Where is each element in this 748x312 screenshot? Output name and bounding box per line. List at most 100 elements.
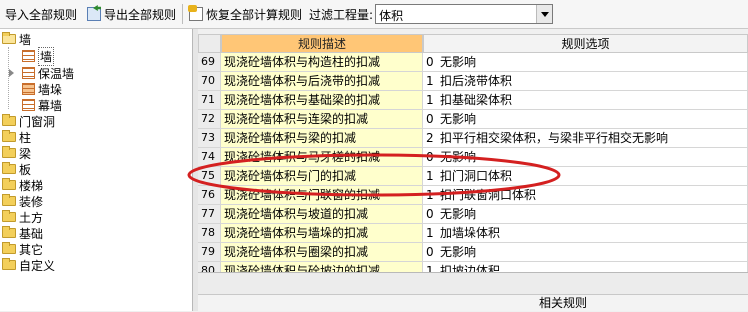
tree-node-custom[interactable]: 自定义	[2, 257, 55, 273]
import-all-rules-button[interactable]: 导入全部规则	[2, 3, 80, 25]
insulation-wall-icon	[22, 67, 35, 79]
rule-option-code: 1	[426, 93, 434, 107]
tree-node-wall-pier[interactable]: 墙垛	[22, 81, 62, 97]
rule-option-code: 0	[426, 207, 434, 221]
tree-node-label: 板	[19, 162, 32, 177]
rule-option-text: 扣平行相交梁体积，与梁非平行相交无影响	[440, 131, 669, 145]
rule-description-cell[interactable]: 现浇砼墙体积与后浇带的扣减	[221, 72, 423, 91]
rule-description-cell[interactable]: 现浇砼墙体积与门的扣减	[221, 167, 423, 186]
toolbar-separator	[182, 4, 184, 24]
table-row[interactable]: 78 现浇砼墙体积与墙垛的扣减 1 加墙垛体积	[198, 224, 748, 243]
import-all-rules-label: 导入全部规则	[5, 7, 78, 22]
rule-description-cell[interactable]: 现浇砼墙体积与基础梁的扣减	[221, 91, 423, 110]
tree-node-curtain-wall[interactable]: 幕墙	[22, 97, 62, 113]
tree-node-label: 梁	[19, 146, 32, 161]
row-number: 69	[198, 53, 221, 72]
rule-option-cell[interactable]: 1 扣门洞口体积	[423, 167, 748, 186]
rule-option-code: 1	[426, 226, 434, 240]
rule-option-cell[interactable]: 0 无影响	[423, 110, 748, 129]
table-row[interactable]: 76 现浇砼墙体积与门联窗的扣减 1 扣门联窗洞口体积	[198, 186, 748, 205]
tree-node-label: 基础	[19, 226, 44, 241]
table-row[interactable]: 71 现浇砼墙体积与基础梁的扣减 1 扣基础梁体积	[198, 91, 748, 110]
rule-option-text: 无影响	[440, 207, 477, 221]
tree-node-label: 门窗洞	[19, 114, 56, 129]
rule-description-header[interactable]: 规则描述	[221, 34, 423, 53]
table-row[interactable]: 74 现浇砼墙体积与马牙槎的扣减 0 无影响	[198, 148, 748, 167]
rule-description-cell[interactable]: 现浇砼墙体积与圈梁的扣减	[221, 243, 423, 262]
filter-quantity-select[interactable]: 体积	[375, 4, 554, 24]
folder-icon	[2, 226, 16, 238]
tree-node-other[interactable]: 其它	[2, 241, 43, 257]
rule-option-text: 扣门洞口体积	[440, 169, 513, 183]
tree-node-label: 墙垛	[38, 82, 63, 97]
row-number: 71	[198, 91, 221, 110]
tree-node-insulation-wall[interactable]: 保温墙	[22, 65, 74, 81]
row-number: 74	[198, 148, 221, 167]
rule-option-code: 0	[426, 245, 434, 259]
table-row[interactable]: 80 现浇砼墙体积与砼坡边的扣减 1 扣坡边体积	[198, 262, 748, 272]
table-row[interactable]: 77 现浇砼墙体积与坡道的扣减 0 无影响	[198, 205, 748, 224]
table-row[interactable]: 73 现浇砼墙体积与梁的扣减 2 扣平行相交梁体积，与梁非平行相交无影响	[198, 129, 748, 148]
rule-option-cell[interactable]: 1 扣门联窗洞口体积	[423, 186, 748, 205]
expand-icon[interactable]	[9, 69, 14, 77]
rule-option-header[interactable]: 规则选项	[423, 34, 748, 53]
rule-description-cell[interactable]: 现浇砼墙体积与砼坡边的扣减	[221, 262, 423, 272]
rule-option-cell[interactable]: 1 扣坡边体积	[423, 262, 748, 272]
tree-node-wall[interactable]: 墙	[22, 46, 55, 66]
rule-option-cell[interactable]: 1 扣后浇带体积	[423, 72, 748, 91]
export-all-rules-button[interactable]: 导出全部规则	[84, 3, 179, 25]
rule-description-cell[interactable]: 现浇砼墙体积与马牙槎的扣减	[221, 148, 423, 167]
tree-node-label: 装修	[19, 194, 44, 209]
rule-option-cell[interactable]: 0 无影响	[423, 148, 748, 167]
tree-node-earthwork[interactable]: 土方	[2, 209, 43, 225]
tree-node-slab[interactable]: 板	[2, 161, 31, 177]
folder-icon	[2, 146, 16, 158]
row-number: 78	[198, 224, 221, 243]
table-row[interactable]: 72 现浇砼墙体积与连梁的扣减 0 无影响	[198, 110, 748, 129]
folder-open-icon	[2, 32, 16, 44]
row-number: 76	[198, 186, 221, 205]
tree-node-decoration[interactable]: 装修	[2, 193, 43, 209]
rule-option-cell[interactable]: 1 扣基础梁体积	[423, 91, 748, 110]
folder-icon	[2, 114, 16, 126]
export-all-rules-label: 导出全部规则	[104, 7, 177, 22]
tree-node-wall-root[interactable]: 墙	[2, 31, 31, 47]
rule-description-cell[interactable]: 现浇砼墙体积与坡道的扣减	[221, 205, 423, 224]
tree-node-foundation[interactable]: 基础	[2, 225, 43, 241]
rule-description-cell[interactable]: 现浇砼墙体积与连梁的扣减	[221, 110, 423, 129]
tree-node-door-window[interactable]: 门窗洞	[2, 113, 55, 129]
rule-description-cell[interactable]: 现浇砼墙体积与门联窗的扣减	[221, 186, 423, 205]
row-number: 70	[198, 72, 221, 91]
restore-all-rules-button[interactable]: 恢复全部计算规则	[186, 3, 305, 25]
rule-option-code: 0	[426, 150, 434, 164]
tree-node-beam[interactable]: 梁	[2, 145, 31, 161]
tree-node-label: 柱	[19, 130, 32, 145]
rule-option-cell[interactable]: 0 无影响	[423, 205, 748, 224]
tree-node-column[interactable]: 柱	[2, 129, 31, 145]
tree-node-label: 土方	[19, 210, 44, 225]
wall-pier-icon	[22, 83, 35, 95]
row-number: 77	[198, 205, 221, 224]
rule-option-code: 1	[426, 188, 434, 202]
tree-node-label: 墙	[19, 32, 32, 47]
chevron-down-icon[interactable]	[536, 5, 553, 23]
rule-option-cell[interactable]: 1 加墙垛体积	[423, 224, 748, 243]
rule-option-text: 扣门联窗洞口体积	[440, 188, 537, 202]
table-row[interactable]: 79 现浇砼墙体积与圈梁的扣减 0 无影响	[198, 243, 748, 262]
rule-description-cell[interactable]: 现浇砼墙体积与梁的扣减	[221, 129, 423, 148]
tree-node-stairs[interactable]: 楼梯	[2, 177, 43, 193]
table-row[interactable]: 69 现浇砼墙体积与构造柱的扣减 0 无影响	[198, 53, 748, 72]
rule-description-cell[interactable]: 现浇砼墙体积与构造柱的扣减	[221, 53, 423, 72]
rule-option-text: 无影响	[440, 112, 477, 126]
table-row[interactable]: 75 现浇砼墙体积与门的扣减 1 扣门洞口体积	[198, 167, 748, 186]
rule-option-cell[interactable]: 0 无影响	[423, 53, 748, 72]
rule-option-cell[interactable]: 2 扣平行相交梁体积，与梁非平行相交无影响	[423, 129, 748, 148]
export-icon	[87, 7, 102, 21]
rule-option-cell[interactable]: 0 无影响	[423, 243, 748, 262]
rule-option-text: 无影响	[440, 150, 477, 164]
filter-quantity-label: 过滤工程量:	[309, 7, 374, 22]
rule-option-code: 1	[426, 74, 434, 88]
related-rules-header: 相关规则	[198, 294, 748, 311]
table-row[interactable]: 70 现浇砼墙体积与后浇带的扣减 1 扣后浇带体积	[198, 72, 748, 91]
rule-description-cell[interactable]: 现浇砼墙体积与墙垛的扣减	[221, 224, 423, 243]
